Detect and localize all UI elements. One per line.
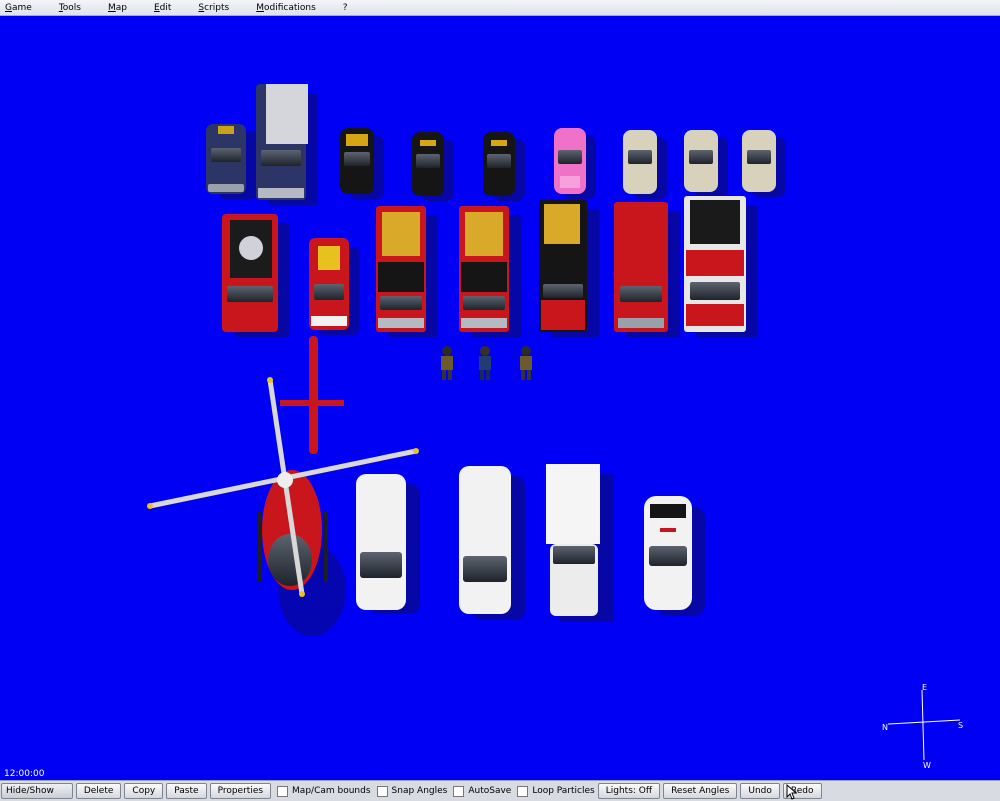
- menu-game[interactable]: Game: [0, 3, 38, 13]
- menu-edit[interactable]: Edit: [149, 3, 177, 13]
- lights-toggle-button[interactable]: Lights: Off: [597, 783, 661, 799]
- menu-scripts[interactable]: Scripts: [193, 3, 235, 13]
- autosave-label: AutoSave: [468, 786, 512, 796]
- white-van-1[interactable]: [356, 474, 420, 614]
- scene-canvas[interactable]: [0, 16, 1000, 780]
- loop-particles-checkbox[interactable]: Loop Particles: [517, 785, 595, 797]
- white-van-2[interactable]: [459, 466, 525, 620]
- paramedic-figure[interactable]: [479, 346, 491, 380]
- blue-rescue-truck[interactable]: [256, 84, 318, 205]
- snap-angles-label: Snap Angles: [391, 786, 448, 796]
- map-cam-bounds-label: Map/Cam bounds: [292, 786, 371, 796]
- copy-button[interactable]: Copy: [124, 783, 164, 799]
- compass-west-label: W: [923, 761, 931, 770]
- white-red-rescue-truck[interactable]: [684, 196, 758, 337]
- checkbox-box[interactable]: [453, 785, 465, 797]
- loop-particles-label: Loop Particles: [532, 786, 595, 796]
- menu-bar: Game Tools Map Edit Scripts Modification…: [0, 0, 1000, 16]
- autosave-checkbox[interactable]: AutoSave: [453, 785, 512, 797]
- navy-suv[interactable]: [206, 124, 258, 199]
- firefighter-1[interactable]: [441, 346, 453, 380]
- compass-south-label: S: [958, 721, 963, 730]
- menu-help[interactable]: ?: [338, 3, 354, 13]
- white-police-car[interactable]: [644, 496, 705, 616]
- undo-button[interactable]: Undo: [740, 783, 780, 799]
- hide-show-button[interactable]: Hide/Show: [1, 783, 73, 799]
- compass-east-label: E: [922, 683, 927, 692]
- delete-button[interactable]: Delete: [75, 783, 122, 799]
- fire-engine-1[interactable]: [376, 206, 438, 337]
- black-police-car-1[interactable]: [340, 128, 384, 199]
- map-cam-bounds-checkbox[interactable]: Map/Cam bounds: [277, 785, 371, 797]
- beige-car-2[interactable]: [684, 130, 728, 197]
- time-display: 12:00:00: [4, 769, 45, 779]
- white-box-truck[interactable]: [546, 464, 614, 622]
- checkbox-box[interactable]: [376, 785, 388, 797]
- beige-car-1[interactable]: [623, 130, 667, 199]
- pink-car[interactable]: [554, 128, 596, 199]
- red-chief-suv[interactable]: [309, 238, 359, 335]
- menu-map[interactable]: Map: [103, 3, 133, 13]
- compass-north-label: N: [882, 723, 888, 732]
- firefighter-2[interactable]: [520, 346, 532, 380]
- compass-rose: E N S W: [882, 683, 963, 770]
- ladder-truck[interactable]: [539, 200, 599, 337]
- reset-angles-button[interactable]: Reset Angles: [663, 783, 738, 799]
- fire-engine-2[interactable]: [459, 206, 521, 337]
- menu-modifications[interactable]: Modifications: [251, 3, 322, 13]
- black-police-car-3[interactable]: [483, 132, 525, 201]
- black-police-car-2[interactable]: [412, 132, 454, 201]
- bottom-toolbar: Hide/Show Delete Copy Paste Properties M…: [0, 780, 1000, 801]
- red-box-ambulance[interactable]: [614, 202, 680, 337]
- beige-car-3[interactable]: [742, 130, 786, 197]
- red-brush-truck[interactable]: [222, 214, 290, 337]
- menu-tools[interactable]: Tools: [54, 3, 87, 13]
- mouse-cursor-icon: [786, 784, 798, 800]
- properties-button[interactable]: Properties: [209, 783, 272, 799]
- snap-angles-checkbox[interactable]: Snap Angles: [376, 785, 448, 797]
- checkbox-box[interactable]: [277, 785, 289, 797]
- editor-viewport[interactable]: [0, 16, 1000, 780]
- paste-button[interactable]: Paste: [166, 783, 207, 799]
- checkbox-box[interactable]: [517, 785, 529, 797]
